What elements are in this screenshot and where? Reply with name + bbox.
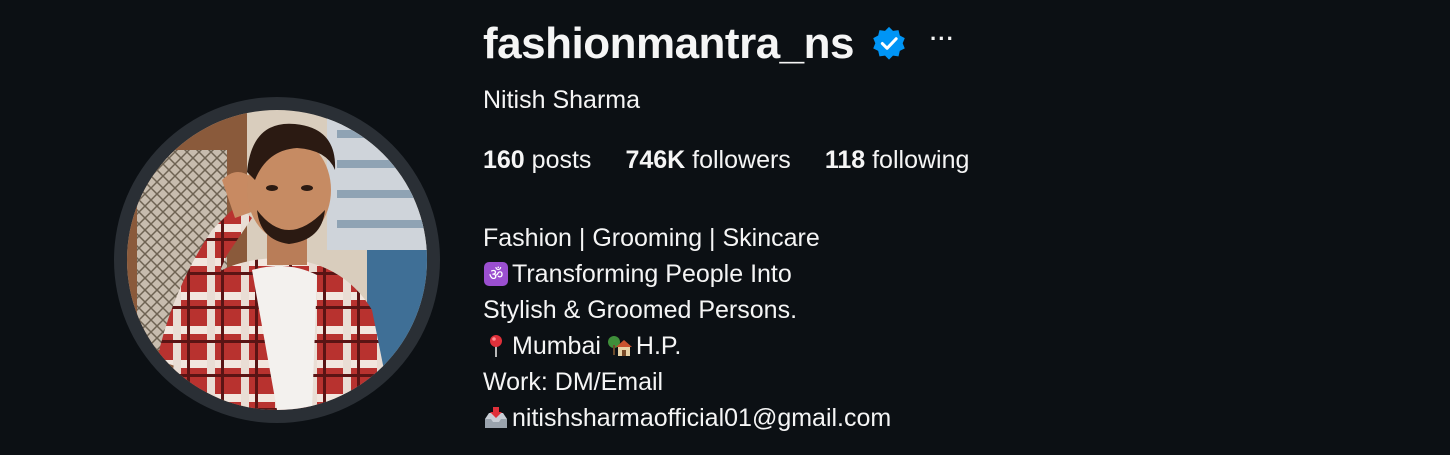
avatar[interactable] — [114, 97, 440, 423]
bio-line: Fashion | Grooming | Skincare — [483, 224, 820, 252]
bio-line: Work: DM/Email — [483, 368, 664, 396]
avatar-photo — [127, 110, 427, 410]
bio-line: Mumbai H.P. — [483, 328, 891, 364]
bio-email-link[interactable]: nitishsharmaofficial01@gmail.com — [512, 400, 891, 436]
om-icon: ॐ — [483, 261, 509, 287]
username-row: fashionmantra_ns ··· — [483, 16, 955, 72]
more-options-button[interactable]: ··· — [930, 28, 955, 59]
following-label: following — [872, 146, 970, 174]
full-name: Nitish Sharma — [483, 86, 640, 114]
followers-count: 746K — [625, 146, 686, 174]
posts-stat: 160 posts — [483, 144, 591, 176]
pin-icon — [483, 333, 509, 359]
profile-header: fashionmantra_ns ··· Nitish Sharma 160 p… — [0, 0, 1450, 455]
posts-count: 160 — [483, 146, 525, 174]
followers-label: followers — [692, 146, 791, 174]
bio-line: Stylish & Groomed Persons. — [483, 296, 798, 324]
svg-text:ॐ: ॐ — [489, 265, 504, 284]
bio-location-text: Mumbai — [512, 332, 601, 360]
bio-line: ॐ Transforming People Into — [483, 256, 891, 292]
following-link[interactable]: 118 following — [825, 144, 970, 176]
bio-line: nitishsharmaofficial01@gmail.com — [483, 400, 891, 436]
profile-stats: 160 posts 746K followers 118 following — [483, 144, 1003, 176]
inbox-tray-icon — [483, 405, 509, 431]
house-icon — [607, 333, 633, 359]
posts-label: posts — [531, 146, 592, 174]
bio-location-text: H.P. — [635, 332, 682, 360]
username: fashionmantra_ns — [483, 19, 854, 68]
bio: Fashion | Grooming | Skincare ॐ Transfor… — [483, 220, 891, 436]
verified-badge-icon — [870, 25, 908, 63]
followers-link[interactable]: 746K followers — [625, 144, 790, 176]
following-count: 118 — [824, 146, 866, 174]
bio-line-text: Transforming People Into — [512, 260, 792, 288]
